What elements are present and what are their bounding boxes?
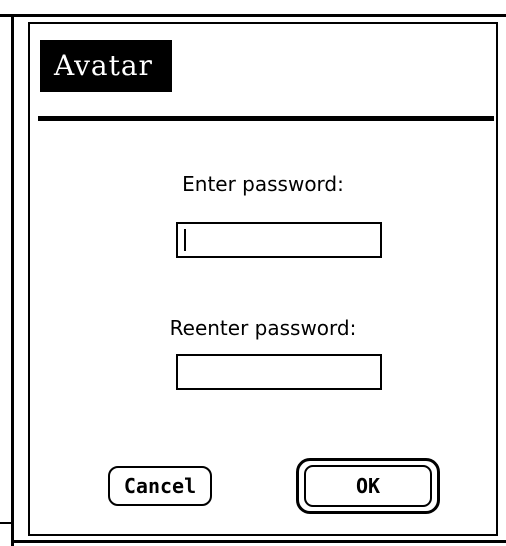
window-left-border bbox=[11, 14, 14, 546]
enter-password-label: Enter password: bbox=[182, 172, 344, 196]
password-dialog: Avatar Enter password: Reenter password:… bbox=[28, 22, 498, 536]
ok-button-default-ring[interactable]: OK bbox=[296, 458, 440, 514]
header-divider bbox=[38, 116, 494, 121]
enter-password-field[interactable] bbox=[176, 222, 382, 258]
reenter-password-label: Reenter password: bbox=[169, 316, 357, 340]
window-top-border bbox=[0, 14, 506, 17]
app-banner: Avatar bbox=[40, 40, 172, 92]
app-name: Avatar bbox=[54, 49, 153, 82]
reenter-password-field[interactable] bbox=[176, 354, 382, 390]
ok-button[interactable]: OK bbox=[304, 465, 432, 507]
cancel-button[interactable]: Cancel bbox=[108, 466, 212, 506]
text-caret bbox=[184, 229, 186, 251]
window-left-tick bbox=[0, 522, 14, 524]
window-bottom-border bbox=[14, 540, 506, 543]
